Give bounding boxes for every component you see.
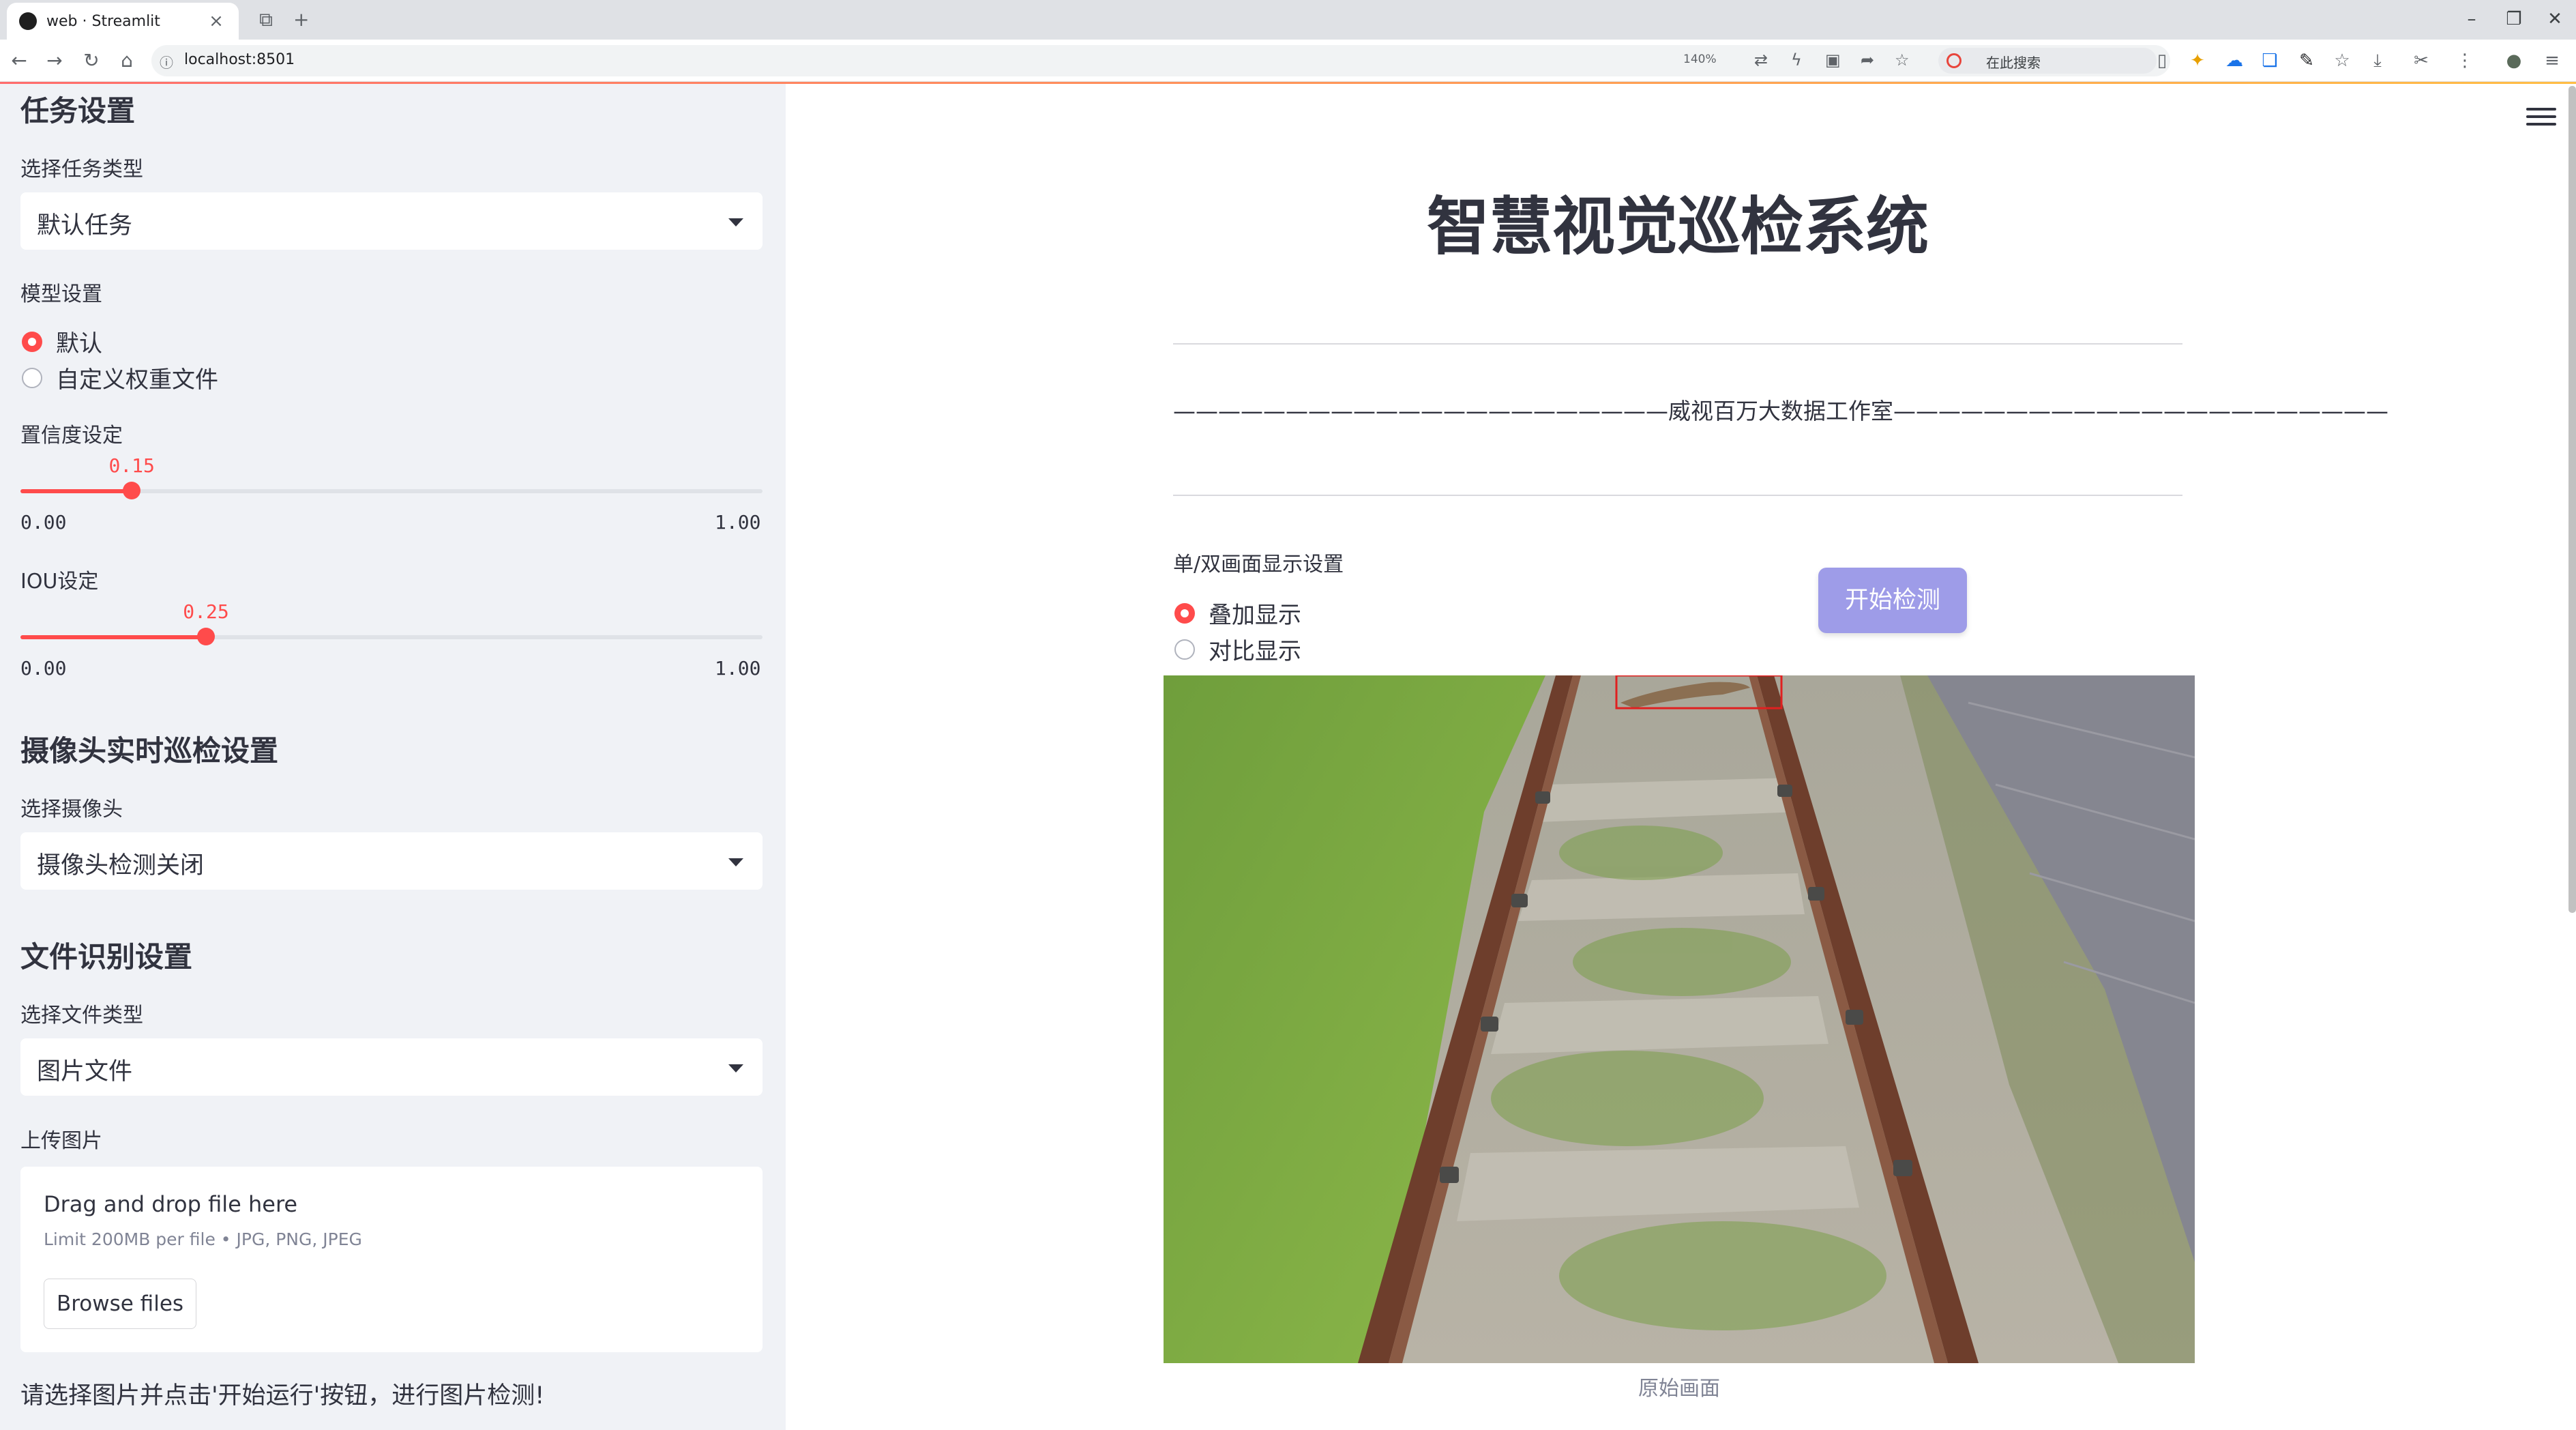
cut-tool-icon[interactable]: ✂: [2408, 49, 2435, 72]
chevron-down-icon: [728, 218, 743, 227]
screenshot-icon[interactable]: ▣: [1825, 50, 1841, 70]
close-tab-icon[interactable]: ×: [206, 11, 226, 31]
camera-select[interactable]: 摄像头检测关闭: [20, 832, 763, 890]
camera-settings-header: 摄像头实时巡检设置: [20, 734, 279, 768]
page-title: 智慧视觉巡检系统: [1426, 190, 1929, 263]
camera-select-value: 摄像头检测关闭: [37, 852, 205, 879]
file-type-select[interactable]: 图片文件: [20, 1038, 763, 1096]
back-icon[interactable]: ←: [4, 48, 34, 74]
tab-title: web · Streamlit: [46, 12, 160, 30]
share-icon[interactable]: ➦: [1861, 50, 1874, 70]
phone-icon[interactable]: ▯: [2148, 49, 2176, 72]
radio-unselected-icon[interactable]: [1174, 639, 1195, 660]
download-icon[interactable]: ⤓: [2364, 49, 2391, 72]
new-tab-icon[interactable]: +: [293, 7, 309, 33]
confidence-slider-fill: [20, 489, 132, 493]
minimize-icon[interactable]: –: [2451, 5, 2492, 33]
display-option-label: 叠加显示: [1209, 602, 1301, 629]
start-detection-button[interactable]: 开始检测: [1818, 568, 1967, 633]
model-radio-custom[interactable]: 自定义权重文件: [22, 361, 218, 394]
task-settings-header: 任务设置: [20, 94, 136, 128]
browser-tab[interactable]: web · Streamlit ×: [7, 3, 239, 40]
display-radio-compare[interactable]: 对比显示: [1174, 632, 1301, 666]
task-type-label: 选择任务类型: [20, 158, 143, 181]
model-option-label: 自定义权重文件: [56, 366, 218, 394]
site-info-icon[interactable]: ⓘ: [160, 52, 173, 72]
lightning-icon[interactable]: ϟ: [1791, 50, 1802, 70]
browser-menu-icon[interactable]: ≡: [2538, 49, 2566, 72]
extension-copy-icon[interactable]: ❏: [2256, 49, 2283, 72]
model-radio-default[interactable]: 默认: [22, 325, 102, 358]
more-menu-icon[interactable]: ⋮: [2451, 49, 2478, 72]
dropzone-limit: Limit 200MB per file • JPG, PNG, JPEG: [44, 1229, 362, 1249]
file-settings-header: 文件识别设置: [20, 940, 193, 974]
profile-avatar-icon[interactable]: ●: [2500, 49, 2528, 72]
tab-groups-icon[interactable]: ⧉: [259, 7, 273, 33]
search-engine-logo-icon: [1946, 53, 1961, 68]
tab-strip: web · Streamlit × ⧉ + – ❐ ✕: [0, 0, 2576, 40]
confidence-slider-thumb[interactable]: [123, 482, 141, 499]
railway-track-photo: [1164, 675, 2195, 1363]
close-window-icon[interactable]: ✕: [2534, 5, 2575, 33]
favorites-icon[interactable]: ☆: [2328, 49, 2356, 72]
radio-selected-icon[interactable]: [22, 331, 42, 352]
search-engine-box[interactable]: 在此搜索: [1938, 48, 2157, 74]
browser-window: web · Streamlit × ⧉ + – ❐ ✕ ← → ↻ ⌂ ⓘ lo…: [0, 0, 2576, 1430]
extension-sparkle-icon[interactable]: ✦: [2184, 49, 2211, 72]
file-dropzone[interactable]: Drag and drop file here Limit 200MB per …: [20, 1167, 763, 1352]
translate-icon[interactable]: ⇄: [1754, 50, 1768, 70]
confidence-value: 0.15: [108, 454, 155, 477]
confidence-label: 置信度设定: [20, 424, 123, 448]
confidence-min: 0.00: [20, 511, 67, 534]
model-option-label: 默认: [56, 330, 102, 358]
iou-value: 0.25: [183, 600, 229, 623]
confidence-slider[interactable]: [20, 482, 763, 499]
iou-max: 1.00: [715, 657, 761, 680]
file-type-label: 选择文件类型: [20, 1004, 143, 1027]
iou-slider-thumb[interactable]: [197, 628, 215, 645]
restore-icon[interactable]: ❐: [2493, 5, 2534, 33]
studio-banner: ——————————————————————威视百万大数据工作室————————…: [1173, 398, 2388, 424]
file-type-value: 图片文件: [37, 1058, 133, 1085]
extension-pen-icon[interactable]: ✎: [2293, 49, 2320, 72]
image-caption: 原始画面: [1638, 1377, 1720, 1401]
divider-bottom: [1173, 495, 2182, 496]
address-bar[interactable]: ⓘ localhost:8501 140% ⇄ ϟ ▣ ➦ ☆ 在此搜索: [151, 45, 2170, 76]
iou-slider-fill: [20, 635, 206, 639]
sidebar-hint-text: 请选择图片并点击'开始运行'按钮，进行图片检测!: [20, 1382, 545, 1410]
model-settings-label: 模型设置: [20, 282, 102, 306]
forward-icon[interactable]: →: [40, 48, 70, 74]
chevron-down-icon: [728, 858, 743, 866]
extension-cloud-icon[interactable]: ☁: [2221, 49, 2248, 72]
iou-label: IOU设定: [20, 570, 99, 594]
main-menu-icon[interactable]: [2526, 108, 2556, 128]
radio-unselected-icon[interactable]: [22, 367, 42, 388]
dropzone-title: Drag and drop file here: [44, 1191, 298, 1217]
task-type-select[interactable]: 默认任务: [20, 192, 763, 250]
upload-image-label: 上传图片: [20, 1129, 102, 1153]
task-type-value: 默认任务: [37, 212, 133, 239]
reload-icon[interactable]: ↻: [76, 48, 106, 74]
display-radio-overlay[interactable]: 叠加显示: [1174, 596, 1301, 630]
detection-image: [1164, 675, 2195, 1363]
radio-selected-icon[interactable]: [1174, 602, 1195, 624]
chevron-down-icon: [728, 1064, 743, 1072]
bookmark-star-icon[interactable]: ☆: [1895, 50, 1910, 70]
zoom-level[interactable]: 140%: [1683, 53, 1717, 66]
search-placeholder: 在此搜索: [1986, 55, 2041, 71]
url-text[interactable]: localhost:8501: [184, 51, 295, 68]
page-scrollbar[interactable]: [2568, 86, 2576, 913]
browser-toolbar: ← → ↻ ⌂ ⓘ localhost:8501 140% ⇄ ϟ ▣ ➦ ☆ …: [0, 40, 2576, 82]
display-mode-label: 单/双画面显示设置: [1173, 553, 1344, 577]
display-option-label: 对比显示: [1209, 638, 1301, 665]
browse-files-button[interactable]: Browse files: [44, 1279, 196, 1329]
confidence-max: 1.00: [715, 511, 761, 534]
camera-select-label: 选择摄像头: [20, 798, 123, 821]
iou-slider[interactable]: [20, 628, 763, 645]
iou-min: 0.00: [20, 657, 67, 680]
home-icon[interactable]: ⌂: [112, 48, 142, 74]
sidebar: 任务设置 选择任务类型 默认任务 模型设置 默认 自定义权重文件 置信度设定 0…: [0, 84, 786, 1430]
streamlit-favicon-icon: [19, 12, 37, 30]
divider-top: [1173, 343, 2182, 345]
